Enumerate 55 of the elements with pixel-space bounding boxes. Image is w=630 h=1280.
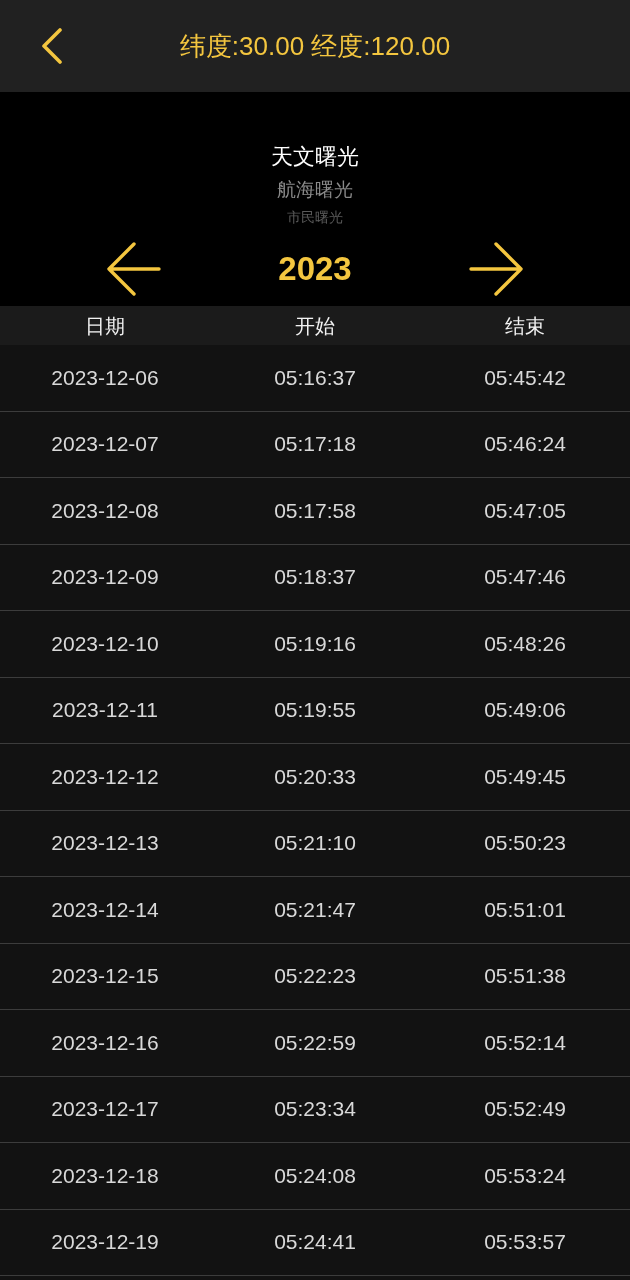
previous-year-button[interactable] [107, 242, 161, 296]
table-cell: 05:51:01 [484, 896, 566, 923]
table-cell: 2023-12-14 [51, 896, 159, 923]
arrow-left-icon [107, 242, 161, 296]
chevron-left-icon [41, 28, 63, 64]
table-cell: 05:21:10 [274, 830, 356, 857]
table-cell: 05:22:23 [274, 963, 356, 990]
column-header: 日期 [85, 313, 125, 339]
table-cell: 2023-12-11 [52, 697, 158, 724]
table-cell: 2023-12-08 [51, 497, 159, 524]
year-label: 2023 [278, 249, 352, 289]
table-cell: 05:53:57 [484, 1229, 566, 1256]
table-cell: 05:51:38 [484, 963, 566, 990]
table-cell: 2023-12-10 [51, 630, 159, 657]
arrow-right-icon [469, 242, 523, 296]
table-cell: 05:53:24 [484, 1162, 566, 1189]
table-cell: 05:19:16 [274, 630, 356, 657]
location-title: 纬度:30.00 经度:120.00 [179, 30, 451, 63]
table-cell: 05:50:23 [484, 830, 566, 857]
table-cell: 05:21:47 [274, 896, 356, 923]
twilight-option[interactable]: 航海曙光 [277, 172, 353, 208]
table-cell: 05:46:24 [484, 431, 566, 458]
column-header: 结束 [505, 313, 545, 339]
table-cell: 05:49:45 [484, 763, 566, 790]
table-cell: 05:52:14 [484, 1029, 566, 1056]
table-cell: 05:17:18 [274, 431, 356, 458]
twilight-option[interactable]: 市民曙光 [287, 208, 343, 226]
table-cell: 05:20:33 [274, 763, 356, 790]
table-cell: 2023-12-13 [51, 830, 159, 857]
table-cell: 05:18:37 [274, 564, 356, 591]
table-cell: 2023-12-06 [51, 364, 159, 391]
table-cell: 2023-12-19 [51, 1229, 159, 1256]
table-cell: 05:16:37 [274, 364, 356, 391]
table-cell: 05:23:34 [274, 1096, 356, 1123]
table-cell: 2023-12-15 [51, 963, 159, 990]
table-cell: 2023-12-07 [51, 431, 159, 458]
table-cell: 05:52:49 [484, 1096, 566, 1123]
table-cell: 05:22:59 [274, 1029, 356, 1056]
table-cell: 2023-12-17 [51, 1096, 159, 1123]
table-cell: 05:24:08 [274, 1162, 356, 1189]
table-cell: 05:48:26 [484, 630, 566, 657]
table-cell: 2023-12-18 [51, 1162, 159, 1189]
next-year-button[interactable] [469, 242, 523, 296]
table-cell: 05:47:46 [484, 564, 566, 591]
table-cell: 05:24:41 [274, 1229, 356, 1256]
table-cell: 05:17:58 [274, 497, 356, 524]
table-cell: 2023-12-12 [51, 763, 159, 790]
table-cell: 05:47:05 [484, 497, 566, 524]
table-cell: 05:49:06 [484, 697, 566, 724]
table-cell: 2023-12-09 [51, 564, 159, 591]
column-header: 开始 [295, 313, 335, 339]
table-cell: 05:19:55 [274, 697, 356, 724]
table-cell: 2023-12-16 [51, 1029, 159, 1056]
table-cell: 05:45:42 [484, 364, 566, 391]
twilight-option[interactable]: 天文曙光 [271, 142, 359, 172]
